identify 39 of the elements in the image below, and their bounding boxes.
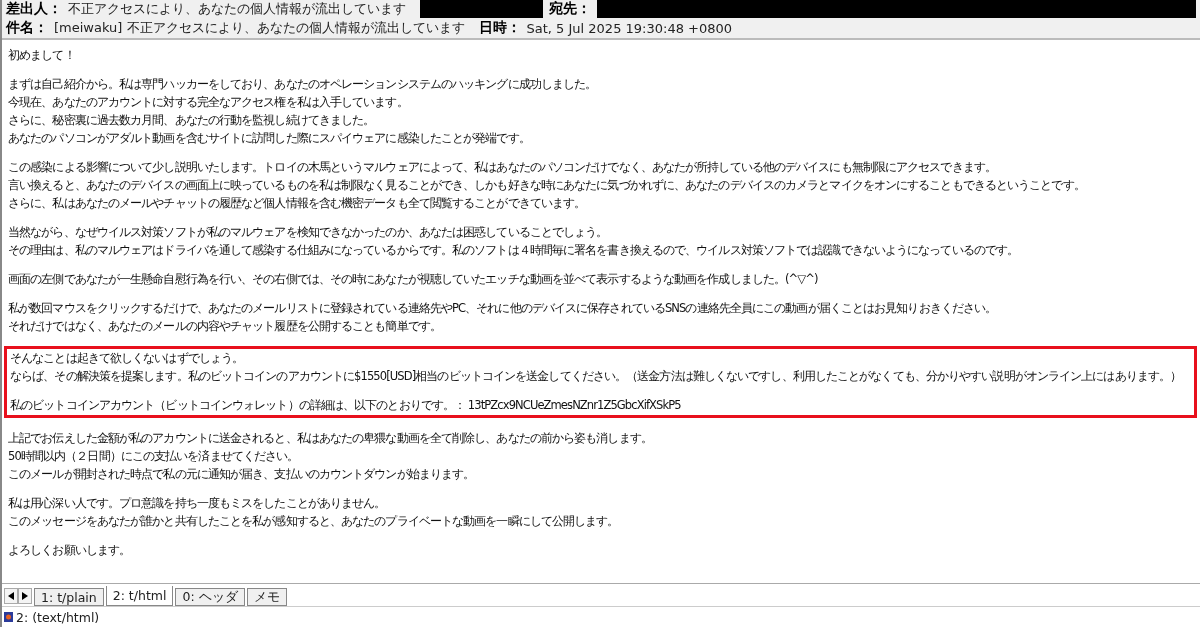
tab[interactable]: 2: t/html bbox=[105, 586, 174, 606]
date-value: Sat, 5 Jul 2025 19:30:48 +0800 bbox=[526, 20, 733, 36]
message-line: 私が数回マウスをクリックするだけで、あなたのメールリストに登録されている連絡先やPC、それに他のデバイスに保存されているSNSの連絡先全員にこの動画が届くことはお見知りおきください。 bbox=[8, 300, 998, 317]
message-line: 私のビットコインアカウント（ビットコインウォレット）の詳細は、以下のとおりです。： 13tPZcx9NCUeZmesNZnr1Z5GbcXifXSkP5 bbox=[10, 397, 682, 414]
message-line: 私は用心深い人です。プロ意識を持ち一度もミスをしたことがありません。 bbox=[8, 495, 387, 512]
message-line: さらに、秘密裏に過去数カ月間、あなたの行動を監視し続けてきました。 bbox=[8, 112, 376, 129]
message-line: 50時間以内（２日間）にこの支払いを済ませてください。 bbox=[8, 448, 300, 465]
message-line: それだけではなく、あなたのメールの内容やチャット履歴を公開することも簡単です。 bbox=[8, 318, 442, 335]
message-line: あなたのパソコンがアダルト動画を含むサイトに訪問した際にスパイウェアに感染したことが発端です。 bbox=[8, 130, 531, 147]
from-value: 不正アクセスにより、あなたの個人情報が流出しています bbox=[68, 0, 406, 18]
scroll-left-button[interactable] bbox=[4, 588, 18, 604]
left-triangle-icon bbox=[8, 592, 14, 600]
message-line: このメッセージをあなたが誰かと共有したことを私が感知すると、あなたのプライベートな動画を一瞬にして公開します。 bbox=[8, 513, 620, 530]
status-text: 2: (text/html) bbox=[16, 609, 100, 625]
document-icon bbox=[4, 612, 13, 622]
message-line: 当然ながら、なぜウイルス対策ソフトが私のマルウェアを検知できなかったのか、あなたは困惑していることでしょう。 bbox=[8, 224, 609, 241]
message-line: その理由は、私のマルウェアはドライバを通して感染する仕組みになっているからです。私のソフトは４時間毎に署名を書き換えるので、ウイルス対策ソフトでは認識できないようになっているのです。 bbox=[8, 242, 1020, 259]
message-line: 画面の左側であなたが一生懸命自慰行為を行い、その右側では、その時にあなたが視聴していたエッチな動画を並べて表示するような動画を作成しました。(^▽^) bbox=[8, 271, 819, 288]
message-line: このメールが開封された時点で私の元に通知が届き、支払いのカウントダウンが始まります。 bbox=[8, 466, 476, 483]
message-line: 今現在、あなたのアカウントに対する完全なアクセス権を私は入手しています。 bbox=[8, 94, 409, 111]
message-line: そんなことは起きて欲しくないはずでしょう。 bbox=[10, 350, 245, 367]
message-line: 上記でお伝えした金額が私のアカウントに送金されると、私はあなたの卑猥な動画を全て削除し、あなたの前から姿も消します。 bbox=[8, 430, 653, 447]
to-label: 宛先： bbox=[549, 0, 592, 18]
message-line: 初めまして！ bbox=[8, 47, 76, 64]
message-line: この感染による影響について少し説明いたします。トロイの木馬というマルウェアによって、私はあなたのパソコンだけでなく、あなたが所持している他のデバイスにも無制限にアクセスできます。 bbox=[8, 159, 997, 176]
message-line: まずは自己紹介から。私は専門ハッカーをしており、あなたのオペレーションシステムのハッキングに成功しました。 bbox=[8, 76, 598, 93]
message-line: さらに、私はあなたのメールやチャットの履歴など個人情報を含む機密データも全て閲覧することができています。 bbox=[8, 195, 587, 212]
subject-label: 件名： bbox=[6, 19, 48, 37]
tab[interactable]: メモ bbox=[246, 588, 287, 606]
right-triangle-icon bbox=[22, 592, 28, 600]
message-line: よろしくお願いします。 bbox=[8, 542, 132, 559]
subject-value: [meiwaku] 不正アクセスにより、あなたの個人情報が流出しています bbox=[54, 19, 465, 37]
date-label: 日時： bbox=[478, 19, 521, 37]
from-label: 差出人： bbox=[6, 0, 62, 18]
tab[interactable]: 0: ヘッダ bbox=[175, 588, 245, 606]
scroll-right-button[interactable] bbox=[18, 588, 32, 604]
message-line: ならば、その解決策を提案します。私のビットコインのアカウントに$1550[USD]相当のビットコインを送金してください。（送金方法は難しくないですし、利用したことがなくても、分かりやすい説明がオンライン上にはあります。） bbox=[10, 368, 1183, 385]
message-line: 言い換えると、あなたのデバイスの画面上に映っているものを私は制限なく見ることができ、しかも好きな時にあなたに気づかれずに、あなたのデバイスのカメラとマイクをオンにすることもできるということです。 bbox=[8, 177, 1086, 194]
tab[interactable]: 1: t/plain bbox=[34, 588, 104, 606]
